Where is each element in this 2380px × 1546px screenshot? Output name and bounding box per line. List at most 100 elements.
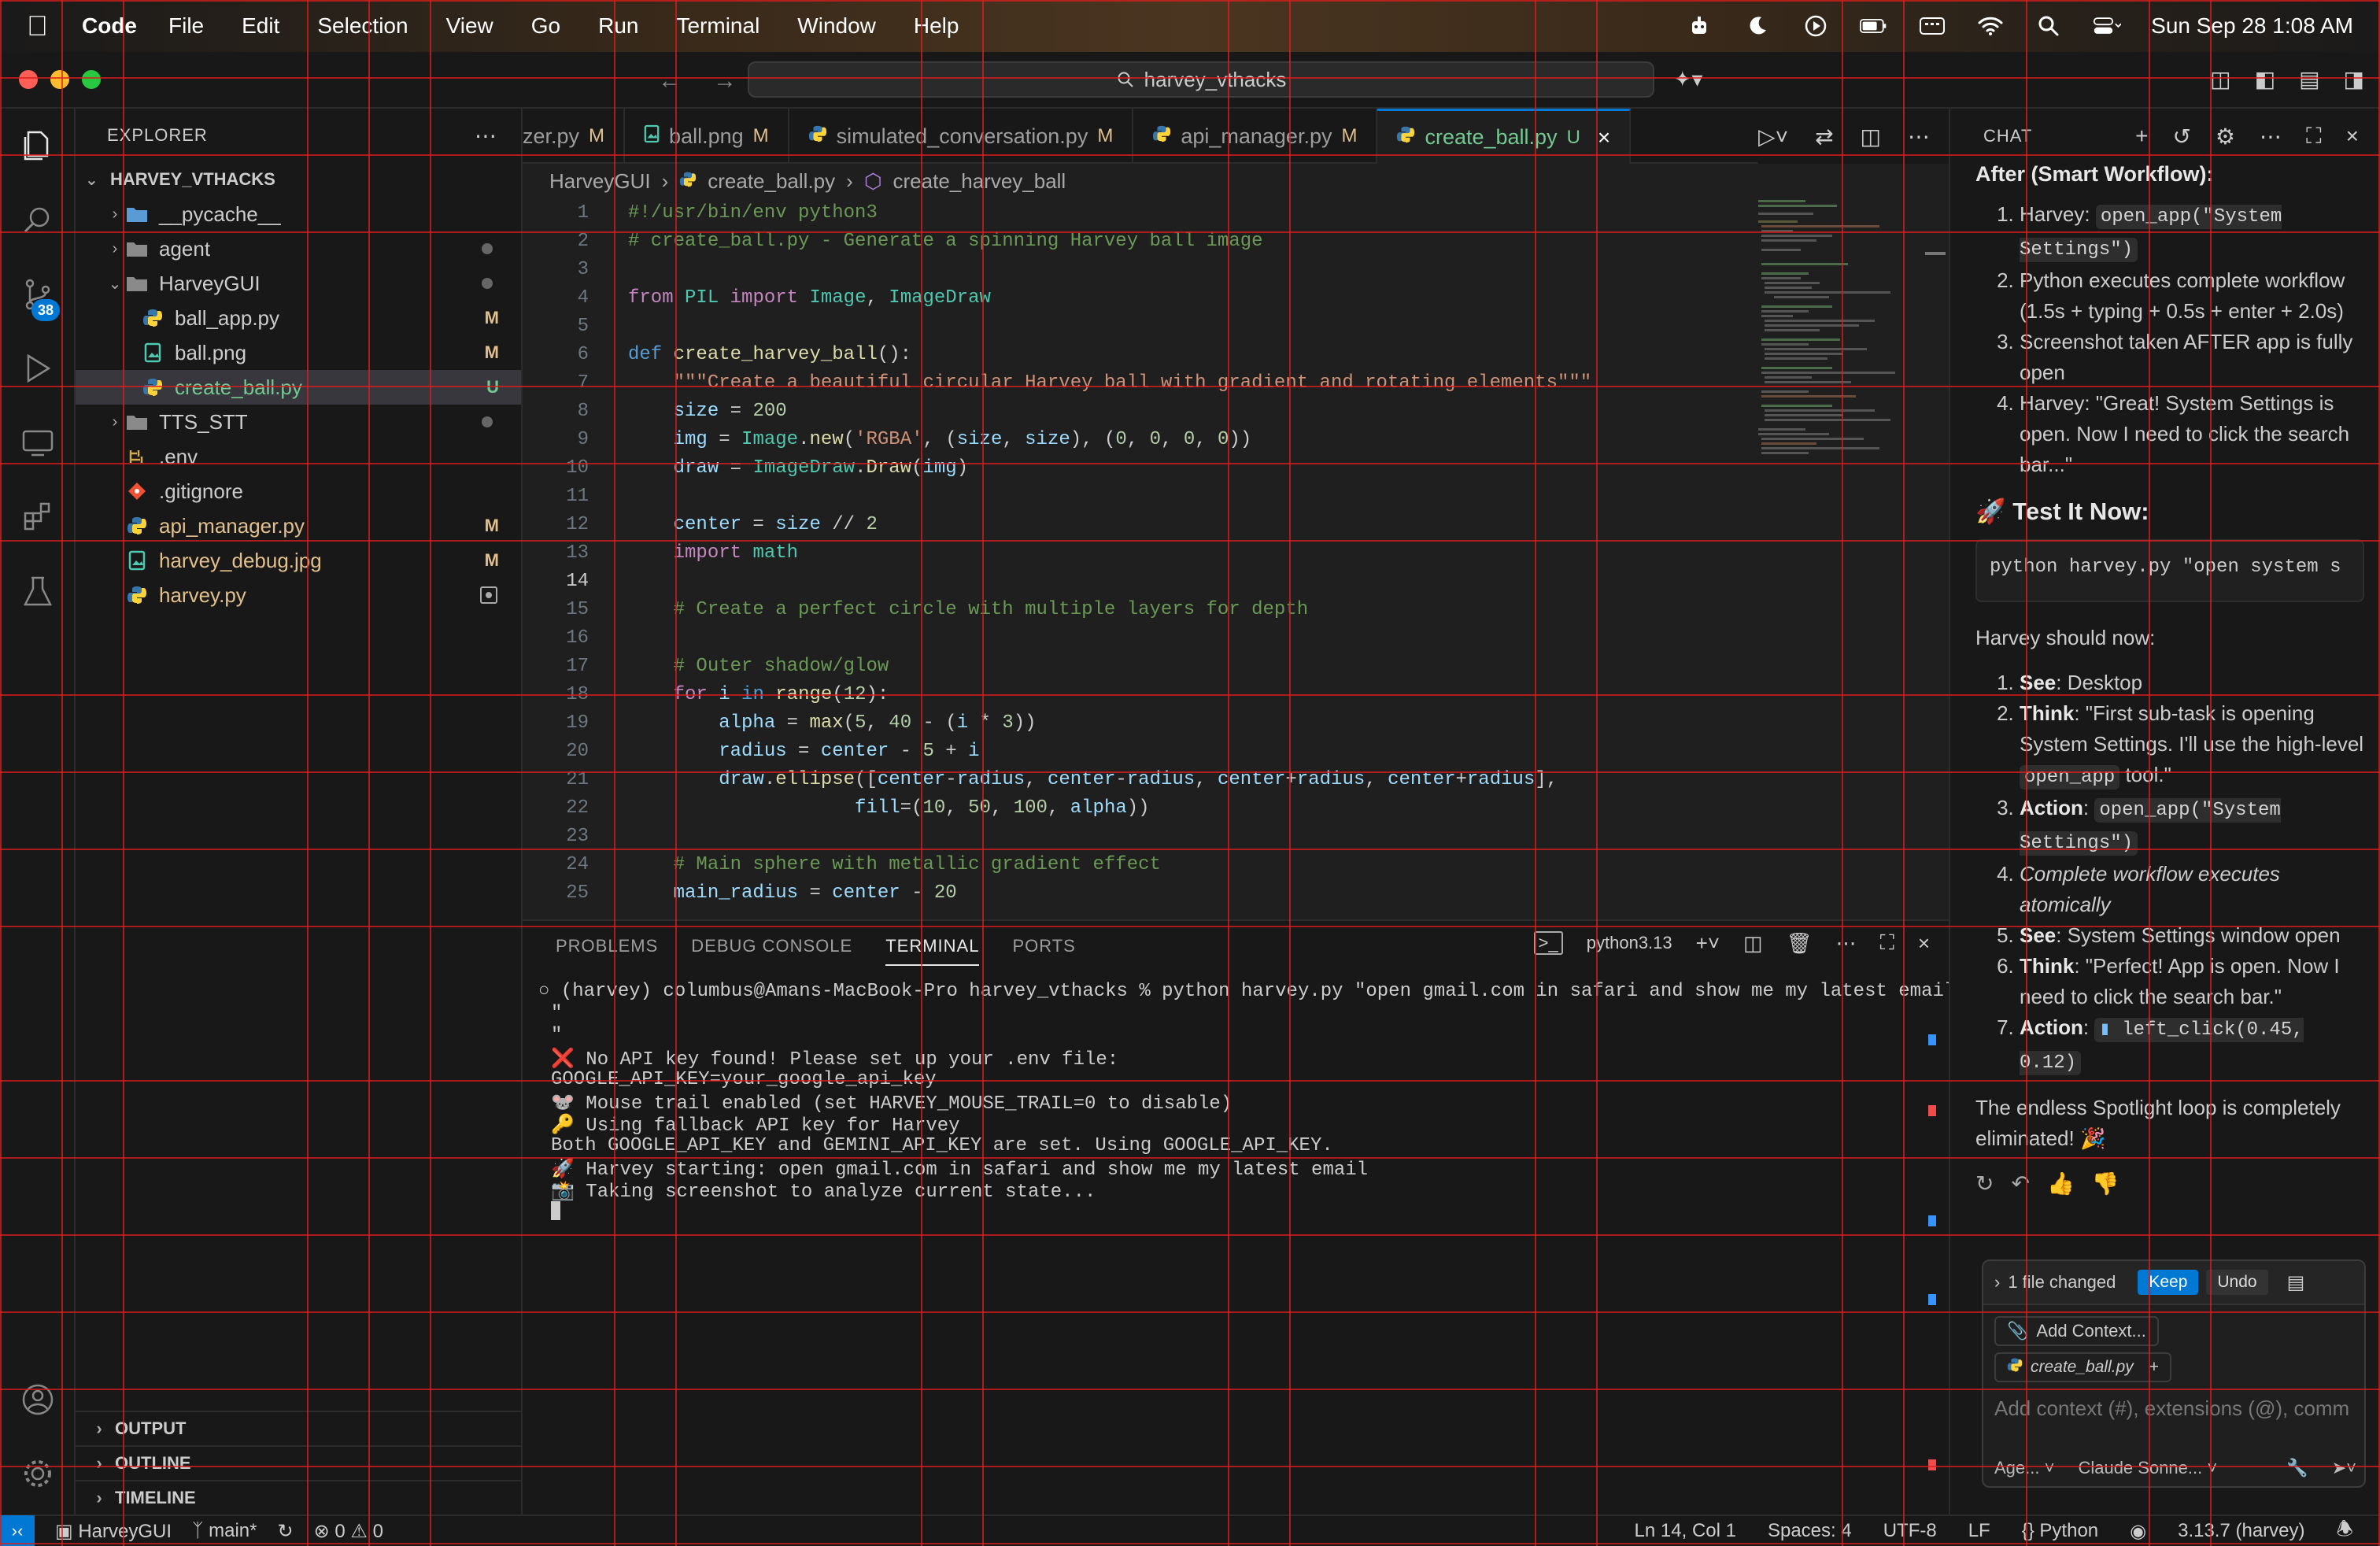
explorer-files-icon[interactable] <box>19 126 57 164</box>
extensions-icon[interactable] <box>19 497 57 535</box>
zoom-window-button[interactable] <box>82 70 101 89</box>
thumbs-down-icon[interactable]: 👎 <box>2092 1168 2119 1199</box>
copilot-icon[interactable]: ✦▾ <box>1673 66 1703 92</box>
trash-icon[interactable]: 🗑 <box>1787 931 1813 956</box>
command-center-search[interactable]: harvey_vthacks <box>748 61 1654 98</box>
settings-gear-icon[interactable] <box>19 1455 57 1492</box>
apple-icon[interactable]:  <box>27 9 58 43</box>
menu-selection[interactable]: Selection <box>317 13 408 39</box>
undo-button[interactable]: Undo <box>2206 1270 2268 1295</box>
new-terminal-icon[interactable]: +˅ <box>1696 931 1720 956</box>
minimap[interactable] <box>1750 198 1949 919</box>
status-encoding[interactable]: UTF-8 <box>1883 1520 1937 1542</box>
tree-item-api-manager-py[interactable]: api_manager.py M <box>76 509 521 543</box>
minimize-window-button[interactable] <box>50 70 69 89</box>
maximize-icon[interactable]: ⛶ <box>2306 124 2323 150</box>
toggle-panel-icon[interactable]: ▤ <box>2299 66 2319 92</box>
back-arrow-icon[interactable]: ← <box>658 68 682 94</box>
more-actions-icon[interactable]: ⋯ <box>2260 124 2282 150</box>
status-problems[interactable]: ⊗ 0 ⚠ 0 <box>314 1520 383 1543</box>
model-picker[interactable]: Claude Sonne... ˅ <box>2078 1458 2217 1478</box>
menu-terminal[interactable]: Terminal <box>676 13 759 39</box>
terminal-shell-label[interactable]: python3.13 <box>1587 933 1672 953</box>
close-tab-icon[interactable]: × <box>1598 125 1610 150</box>
menubar-datetime[interactable]: Sun Sep 28 1:08 AM <box>2151 13 2353 39</box>
code-editor[interactable]: 1 #!/usr/bin/env python3 2 # create_ball.p… <box>523 198 1750 919</box>
panel-tab-debug-console[interactable]: DEBUG CONSOLE <box>691 936 852 956</box>
toggle-secondary-sidebar-icon[interactable]: ◨ <box>2344 66 2364 92</box>
view-changes-icon[interactable]: ▤ <box>2287 1271 2305 1294</box>
sync-icon[interactable]: ↻ <box>277 1520 293 1543</box>
app-menu-code[interactable]: Code <box>82 13 137 39</box>
menu-view[interactable]: View <box>446 13 493 39</box>
close-window-button[interactable] <box>19 70 38 89</box>
tree-item-ball-app-py[interactable]: ball_app.py M <box>76 301 521 335</box>
run-python-file-icon[interactable]: ▷˅ <box>1758 124 1788 150</box>
new-chat-plus-icon[interactable]: + <box>2135 124 2149 150</box>
tools-icon[interactable]: 🔧 <box>2286 1458 2308 1478</box>
breadcrumb-item[interactable]: create_ball.py <box>708 169 835 194</box>
menu-help[interactable]: Help <box>914 13 959 39</box>
status-indentation[interactable]: Spaces: 4 <box>1768 1520 1852 1542</box>
toggle-primary-sidebar-icon[interactable]: ◧ <box>2255 66 2275 92</box>
search-icon[interactable] <box>19 202 57 239</box>
retry-icon[interactable]: ↻ <box>1975 1168 1994 1199</box>
split-terminal-icon[interactable]: ◫ <box>1743 931 1763 956</box>
status-language[interactable]: {} Python <box>2022 1520 2098 1542</box>
wifi-icon[interactable] <box>1976 14 2005 38</box>
keep-button[interactable]: Keep <box>2138 1270 2199 1295</box>
undo-icon[interactable]: ↶ <box>2011 1168 2029 1199</box>
thumbs-up-icon[interactable]: 👍 <box>2047 1168 2075 1199</box>
forward-arrow-icon[interactable]: → <box>713 68 737 94</box>
status-eol[interactable]: LF <box>1968 1520 1990 1542</box>
tree-item-pycache[interactable]: › __pycache__ <box>76 197 521 231</box>
terminal-output[interactable]: ○ (harvey) columbus@Amans-MacBook-Pro ha… <box>538 981 1967 1223</box>
tree-item-ball-png[interactable]: ball.png M <box>76 335 521 370</box>
tree-item-gitignore[interactable]: .gitignore <box>76 474 521 509</box>
copilot-status-icon[interactable]: ◉ <box>2130 1520 2146 1543</box>
testing-flask-icon[interactable] <box>19 573 57 611</box>
context-file-chip[interactable]: create_ball.py + <box>1994 1352 2172 1382</box>
tree-item-tts-stt[interactable]: › TTS_STT <box>76 405 521 439</box>
tab-simulated-conversation-py[interactable]: simulated_conversation.py M <box>789 109 1134 164</box>
tree-item-harvey-py[interactable]: harvey.py <box>76 578 521 612</box>
tree-item-env[interactable]: .env <box>76 439 521 474</box>
robot-status-icon[interactable] <box>1685 14 1713 38</box>
status-cursor-position[interactable]: Ln 14, Col 1 <box>1635 1520 1736 1542</box>
split-editor-icon[interactable]: ◫ <box>1861 124 1881 150</box>
code-block[interactable]: python harvey.py "open system s <box>1975 539 2364 602</box>
tree-item-harvey-debug-jpg[interactable]: harvey_debug.jpg M <box>76 543 521 578</box>
customize-layout-icon[interactable]: ◫ <box>2210 66 2230 92</box>
status-folder[interactable]: ▣ HarveyGUI <box>55 1520 172 1543</box>
battery-icon[interactable] <box>1860 14 1888 38</box>
add-context-button[interactable]: 📎 Add Context... <box>1994 1316 2159 1346</box>
mode-picker[interactable]: Age... ˅ <box>1994 1458 2054 1478</box>
remote-indicator-icon[interactable]: ›‹ <box>0 1515 35 1546</box>
more-actions-icon[interactable]: ⋯ <box>475 123 497 149</box>
notifications-bell-icon[interactable]: 🕭 <box>2337 1515 2353 1546</box>
plus-icon[interactable]: + <box>2149 1358 2159 1377</box>
close-panel-icon[interactable]: × <box>1918 931 1930 956</box>
run-debug-icon[interactable] <box>19 350 57 387</box>
control-center-icon[interactable] <box>2093 14 2122 38</box>
send-icon[interactable]: ➤˅ <box>2332 1458 2356 1478</box>
tree-item-harveygui[interactable]: ⌄ HarveyGUI <box>76 266 521 301</box>
chevron-right-icon[interactable]: › <box>1994 1272 2000 1293</box>
menu-run[interactable]: Run <box>598 13 638 39</box>
panel-tab-problems[interactable]: PROBLEMS <box>556 936 658 956</box>
menu-go[interactable]: Go <box>531 13 560 39</box>
tab-analyzer-py[interactable]: zer.py M <box>523 109 626 164</box>
keyboard-icon[interactable] <box>1918 14 1946 38</box>
menu-file[interactable]: File <box>168 13 204 39</box>
more-actions-icon[interactable]: ⋯ <box>1836 931 1857 956</box>
tab-ball-png[interactable]: ball.png M <box>625 109 789 164</box>
play-circle-icon[interactable] <box>1802 14 1830 38</box>
history-icon[interactable]: ↺ <box>2172 124 2191 150</box>
workspace-root[interactable]: ⌄ HARVEY_VTHACKS <box>76 162 521 197</box>
maximize-panel-icon[interactable]: ⛶ <box>1880 930 1894 956</box>
tree-item-agent[interactable]: › agent <box>76 231 521 266</box>
moon-icon[interactable] <box>1743 14 1772 38</box>
settings-gear-icon[interactable]: ⚙ <box>2216 124 2236 150</box>
close-icon[interactable]: × <box>2346 124 2360 150</box>
more-actions-icon[interactable]: ⋯ <box>1908 124 1930 150</box>
